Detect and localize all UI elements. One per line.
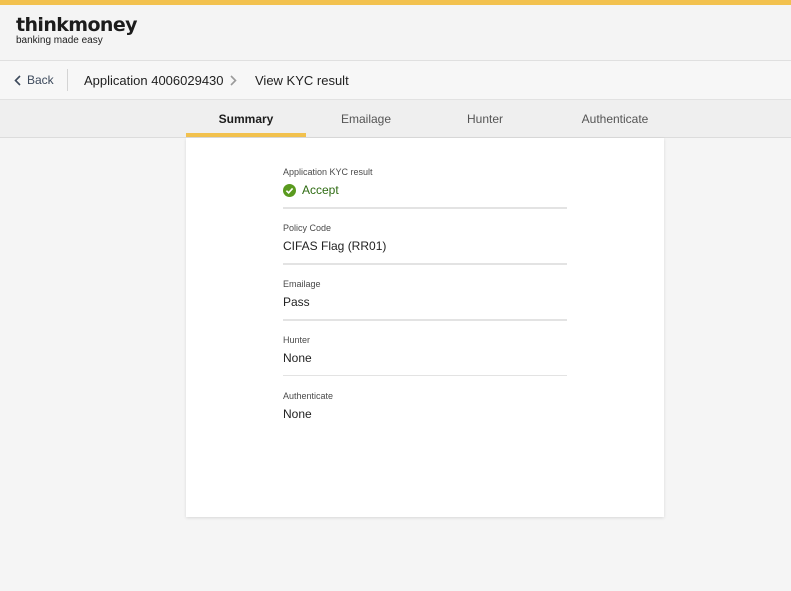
kyc-result-value: Accept [283, 182, 567, 198]
hunter-field: Hunter None [283, 334, 567, 366]
check-circle-icon [283, 183, 296, 197]
field-label: Emailage [283, 279, 321, 289]
tab-authenticate[interactable]: Authenticate [544, 100, 686, 137]
policy-code-field: Policy Code CIFAS Flag (RR01) [283, 222, 567, 254]
field-divider [283, 319, 567, 321]
summary-card: Application KYC result Accept Policy Cod… [186, 138, 664, 517]
field-divider [283, 375, 567, 376]
tab-emailage[interactable]: Emailage [306, 100, 426, 137]
brand-logo[interactable]: thinkmoney banking made easy [16, 14, 138, 47]
kyc-result-field: Application KYC result Accept [283, 166, 567, 198]
breadcrumb-application[interactable]: Application 4006029430 [84, 61, 224, 99]
field-value: Pass [283, 295, 310, 309]
field-label: Policy Code [283, 223, 332, 233]
app-header: thinkmoney banking made easy [0, 5, 791, 61]
tab-summary[interactable]: Summary [186, 100, 306, 137]
field-value: CIFAS Flag (RR01) [283, 239, 387, 253]
field-divider [283, 207, 567, 209]
chevron-right-icon [230, 61, 237, 99]
brand-name: thinkmoney [16, 14, 138, 36]
field-label: Hunter [283, 335, 311, 345]
emailage-field: Emailage Pass [283, 278, 567, 310]
authenticate-field: Authenticate None [283, 390, 567, 422]
breadcrumb-current: View KYC result [255, 72, 349, 88]
back-button[interactable]: Back [14, 61, 54, 99]
field-value: None [283, 407, 312, 421]
back-label: Back [27, 73, 54, 87]
field-divider [283, 263, 567, 265]
brand-tagline: banking made easy [16, 35, 103, 46]
tab-hunter[interactable]: Hunter [426, 100, 544, 137]
field-value: Accept [302, 183, 339, 197]
field-value: None [283, 351, 312, 365]
field-label: Authenticate [283, 391, 334, 401]
chevron-left-icon [14, 74, 21, 86]
breadcrumb-divider [67, 69, 68, 91]
tab-bar: Summary Emailage Hunter Authenticate [0, 100, 791, 138]
field-label: Application KYC result [283, 167, 373, 177]
breadcrumb: Back Application 4006029430 View KYC res… [0, 61, 791, 100]
